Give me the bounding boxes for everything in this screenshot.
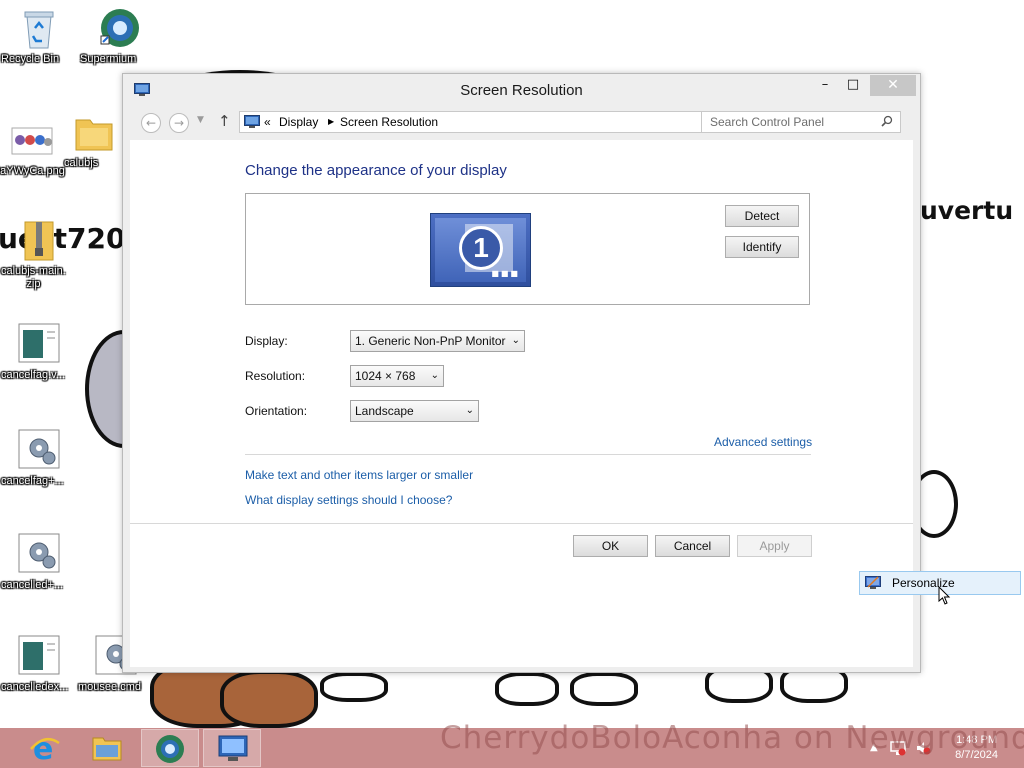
text-size-link[interactable]: Make text and other items larger or smal… bbox=[245, 468, 473, 482]
resolution-label: Resolution: bbox=[245, 369, 306, 383]
script-file-icon bbox=[17, 634, 61, 678]
display-settings-help-link[interactable]: What display settings should I choose? bbox=[245, 493, 452, 507]
desktop-icon-cancelfag-plus[interactable]: cancelfag+... bbox=[1, 428, 77, 487]
settings-file-icon bbox=[17, 428, 61, 472]
display-preview: 1 ■■■ Detect Identify bbox=[245, 193, 810, 305]
content-pane: Change the appearance of your display 1 … bbox=[130, 140, 913, 667]
wallpaper-shape bbox=[320, 672, 388, 702]
svg-text:e: e bbox=[33, 733, 53, 763]
desktop-icon-label: 9aYWyCa.png bbox=[0, 165, 65, 177]
divider bbox=[130, 523, 913, 524]
cancel-button[interactable]: Cancel bbox=[655, 535, 730, 557]
orientation-select[interactable]: Landscape ⌄ bbox=[350, 400, 479, 422]
desktop-icon-label: cancelledex... bbox=[1, 681, 69, 693]
close-button[interactable]: ✕ bbox=[870, 75, 916, 96]
advanced-settings-link[interactable]: Advanced settings bbox=[714, 435, 812, 449]
resolution-select-value: 1024 × 768 bbox=[355, 369, 416, 383]
resolution-select[interactable]: 1024 × 768 ⌄ bbox=[350, 365, 444, 387]
back-arrow-icon[interactable]: ← bbox=[141, 113, 161, 133]
settings-file-icon bbox=[17, 532, 61, 576]
monitor-number: 1 bbox=[459, 226, 503, 270]
desktop-icon-cancelledex[interactable]: cancelledex... bbox=[1, 634, 77, 693]
identify-button[interactable]: Identify bbox=[725, 236, 799, 258]
control-panel-icon bbox=[218, 735, 248, 766]
mouse-cursor-icon bbox=[938, 585, 952, 609]
breadcrumb-prefix[interactable]: « bbox=[264, 115, 271, 129]
chevron-down-icon: ⌄ bbox=[430, 370, 439, 381]
display-label: Display: bbox=[245, 334, 288, 348]
desktop-icon-label: calubjs bbox=[64, 157, 99, 169]
chevron-down-icon: ⌄ bbox=[465, 405, 474, 416]
supermium-icon bbox=[155, 734, 185, 767]
desktop-icon-zip[interactable]: calubjs-main. zip bbox=[1, 218, 77, 290]
detect-button[interactable]: Detect bbox=[725, 205, 799, 227]
taskbar-supermium[interactable] bbox=[141, 729, 199, 767]
up-arrow-icon[interactable]: ↑ bbox=[218, 112, 231, 130]
breadcrumb-separator-icon[interactable]: ▶ bbox=[328, 117, 334, 126]
desktop-icon-cancelled-plus[interactable]: cancelled+... bbox=[1, 532, 77, 591]
zip-folder-icon bbox=[17, 218, 61, 262]
title-bar[interactable]: Screen Resolution – □ ✕ bbox=[123, 74, 920, 106]
breadcrumb-display[interactable]: Display bbox=[279, 115, 318, 129]
desktop-icon-label: mousee.cmd bbox=[78, 681, 141, 693]
desktop-icon-image[interactable]: 9aYWyCa.png bbox=[0, 118, 70, 177]
divider bbox=[245, 454, 811, 455]
wallpaper-shape bbox=[220, 670, 318, 728]
browser-icon bbox=[96, 6, 140, 50]
wallpaper-text-right: uvertu bbox=[920, 196, 1014, 225]
monitor-screen-icon: 1 ■■■ bbox=[435, 218, 526, 282]
file-explorer-icon bbox=[91, 734, 123, 765]
breadcrumb-screen-resolution[interactable]: Screen Resolution bbox=[340, 115, 438, 129]
internet-explorer-icon: e bbox=[29, 732, 61, 767]
chevron-down-icon: ⌄ bbox=[511, 335, 520, 346]
ok-button[interactable]: OK bbox=[573, 535, 648, 557]
desktop-icon-label: cancelfag.v... bbox=[1, 369, 65, 381]
personalize-icon bbox=[865, 575, 881, 593]
orientation-select-value: Landscape bbox=[355, 404, 414, 418]
recycle-bin-icon bbox=[17, 6, 61, 50]
display-select[interactable]: 1. Generic Non-PnP Monitor ⌄ bbox=[350, 330, 525, 352]
orientation-label: Orientation: bbox=[245, 404, 308, 418]
wallpaper-shape bbox=[570, 672, 638, 706]
forward-arrow-icon[interactable]: → bbox=[169, 113, 189, 133]
taskbar-file-explorer[interactable] bbox=[79, 729, 137, 767]
desktop-icon-label: calubjs-main. zip bbox=[1, 265, 66, 290]
page-heading: Change the appearance of your display bbox=[245, 162, 507, 179]
desktop-icon-label: cancelled+... bbox=[1, 579, 64, 591]
desktop-icon-recycle-bin[interactable]: Recycle Bin bbox=[1, 6, 77, 65]
search-placeholder: Search Control Panel bbox=[710, 115, 825, 129]
control-panel-icon bbox=[244, 115, 260, 132]
window-title: Screen Resolution bbox=[460, 82, 583, 99]
search-input[interactable]: Search Control Panel bbox=[701, 111, 901, 133]
minimize-button[interactable]: – bbox=[812, 75, 838, 96]
taskbar-internet-explorer[interactable]: e bbox=[17, 729, 75, 767]
recent-pages-chevron-icon[interactable]: ▼ bbox=[197, 115, 204, 125]
search-icon[interactable] bbox=[881, 115, 893, 130]
wallpaper-shape bbox=[495, 672, 559, 706]
watermark-text: CherrydoBoloAconha on Newgrounds bbox=[440, 720, 1024, 756]
desktop-icon-label: Recycle Bin bbox=[1, 53, 60, 65]
desktop-icon-calubjs-folder[interactable]: calubjs bbox=[64, 110, 124, 169]
apply-button[interactable]: Apply bbox=[737, 535, 812, 557]
maximize-button[interactable]: □ bbox=[840, 75, 866, 96]
desktop-icon-cancelfag-v[interactable]: cancelfag.v... bbox=[1, 322, 77, 381]
folder-icon bbox=[72, 110, 116, 154]
desktop-icon-label: cancelfag+... bbox=[1, 475, 64, 487]
monitor-1-tile[interactable]: 1 ■■■ bbox=[430, 213, 531, 287]
desktop-icon-label: Supermium bbox=[80, 53, 137, 65]
script-file-icon bbox=[17, 322, 61, 366]
screen-resolution-window: Screen Resolution – □ ✕ ← → ▼ ↑ « Displa… bbox=[122, 73, 921, 673]
image-file-icon bbox=[10, 118, 54, 162]
navigation-bar: ← → ▼ ↑ « Display ▶ Screen Resolution ⌄ … bbox=[131, 110, 912, 136]
display-select-value: 1. Generic Non-PnP Monitor bbox=[355, 334, 506, 348]
desktop-icon-supermium[interactable]: Supermium bbox=[80, 6, 156, 65]
taskbar-control-panel[interactable] bbox=[203, 729, 261, 767]
